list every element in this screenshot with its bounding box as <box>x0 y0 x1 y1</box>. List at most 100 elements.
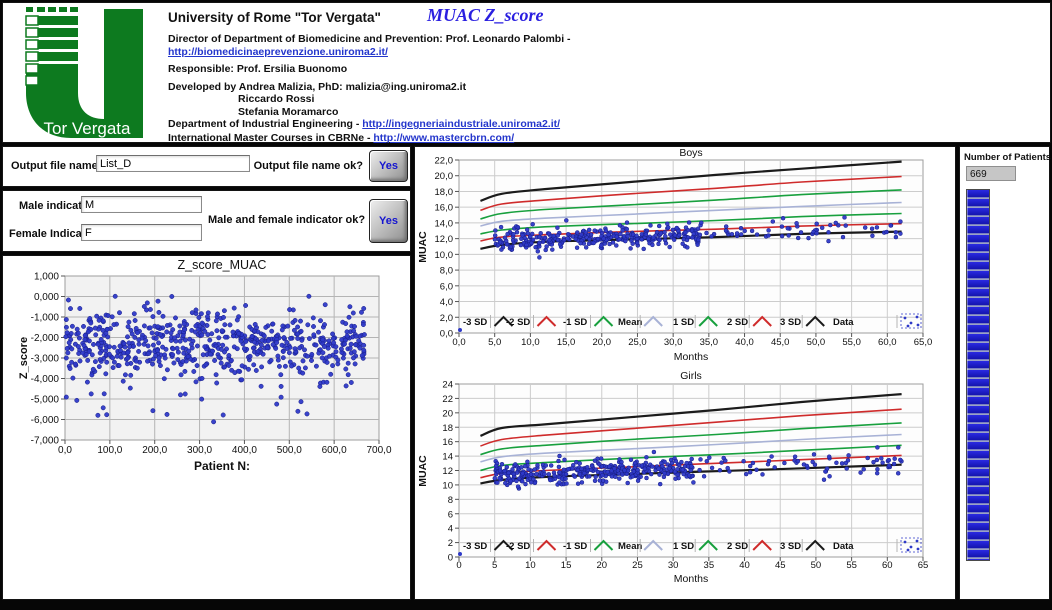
y-tick-label: 12,0 <box>435 234 454 245</box>
zscore-plot: -7,000-6,000-5,000-4,000-3,000-2,000-1,0… <box>3 256 411 488</box>
x-tick-label: 60 <box>882 560 893 571</box>
boys-chart-canvas: 0,02,04,06,08,010,012,014,016,018,020,02… <box>415 147 957 374</box>
x-tick-label: 400,0 <box>232 445 257 456</box>
x-tick-label: 40,0 <box>735 337 754 348</box>
x-tick-label: 500,0 <box>277 445 302 456</box>
y-tick-label: 12 <box>442 466 453 477</box>
y-tick-label: 6,0 <box>440 281 453 292</box>
chart-title: Girls <box>680 371 702 382</box>
zscore-chart-canvas: -7,000-6,000-5,000-4,000-3,000-2,000-1,0… <box>3 256 411 493</box>
male-indicator-input[interactable] <box>81 196 202 213</box>
developer-name-3: Stefania Moramarco <box>238 106 728 119</box>
svg-text:-2 SD: -2 SD <box>506 317 530 328</box>
y-tick-label: 14 <box>442 452 453 463</box>
svg-text:2 SD: 2 SD <box>727 541 748 552</box>
indicator-yes-button[interactable]: Yes <box>369 199 408 243</box>
y-tick-label: 20 <box>442 408 453 419</box>
chart-title: Boys <box>679 147 702 159</box>
x-tick-label: 35,0 <box>700 337 719 348</box>
x-axis-label: Patient N: <box>194 459 250 473</box>
x-axis-label: Months <box>674 573 708 585</box>
svg-text:-1 SD: -1 SD <box>563 317 587 328</box>
y-tick-label: 18 <box>442 423 453 434</box>
engineering-link[interactable]: http://ingegneriaindustriale.uniroma2.it… <box>362 118 560 130</box>
y-tick-label: 10,0 <box>435 250 454 261</box>
svg-text:1 SD: 1 SD <box>673 541 694 552</box>
y-tick-label: 0,0 <box>440 329 453 340</box>
y-tick-label: 2 <box>448 538 453 549</box>
x-axis-label: Months <box>674 351 708 363</box>
patients-count-value: 669 <box>966 166 1016 181</box>
tor-vergata-logo: Tor Vergata <box>9 7 157 139</box>
output-file-input[interactable] <box>96 155 250 172</box>
y-tick-label: 0,000 <box>34 292 59 303</box>
output-file-ok-label: Output file name ok? <box>253 160 363 172</box>
zscore-chart-panel: -7,000-6,000-5,000-4,000-3,000-2,000-1,0… <box>2 255 411 600</box>
header-panel: Tor Vergata University of Rome "Tor Verg… <box>2 2 1051 143</box>
y-tick-label: 8,0 <box>440 266 453 277</box>
x-tick-label: 65 <box>918 560 929 571</box>
output-file-yes-button[interactable]: Yes <box>369 150 408 182</box>
y-tick-label: -6,000 <box>31 415 60 426</box>
director-line: Director of Department of Biomedicine an… <box>168 33 728 58</box>
header-text-block: University of Rome "Tor Vergata" Directo… <box>168 9 728 144</box>
x-tick-label: 30 <box>668 560 679 571</box>
y-tick-label: 22,0 <box>435 156 454 167</box>
female-indicator-input[interactable] <box>81 224 202 241</box>
indicator-ok-label: Male and female indicator ok? <box>208 214 363 226</box>
x-tick-label: 35 <box>704 560 715 571</box>
x-tick-label: 10 <box>525 560 536 571</box>
x-tick-label: 25 <box>632 560 643 571</box>
y-tick-label: 6 <box>448 509 453 520</box>
y-tick-label: 20,0 <box>435 171 454 182</box>
y-tick-label: 16 <box>442 437 453 448</box>
y-tick-label: 16,0 <box>435 203 454 214</box>
biomedicine-link[interactable]: http://biomedicinaeprevenzione.uniroma2.… <box>168 46 388 58</box>
y-tick-label: 10 <box>442 480 453 491</box>
output-file-panel: Output file name Output file name ok? Ye… <box>2 146 411 187</box>
chart-title: Z_score_MUAC <box>178 258 267 272</box>
svg-text:-3 SD: -3 SD <box>463 541 487 552</box>
patients-count-bar <box>966 189 990 561</box>
svg-text:Data: Data <box>833 541 854 552</box>
x-tick-label: 0 <box>456 560 461 571</box>
y-tick-label: -3,000 <box>31 354 60 365</box>
girls-chart-canvas: 0246810121416182022240510152025303540455… <box>415 371 957 606</box>
svg-text:-2 SD: -2 SD <box>506 541 530 552</box>
output-file-label: Output file name <box>11 160 98 172</box>
girls-plot: 0246810121416182022240510152025303540455… <box>415 371 957 601</box>
svg-text:3 SD: 3 SD <box>780 317 801 328</box>
x-tick-label: 100,0 <box>97 445 122 456</box>
y-tick-label: 14,0 <box>435 218 454 229</box>
app-window: Tor Vergata University of Rome "Tor Verg… <box>0 0 1052 610</box>
sex-indicator-panel: Male indicator Female Indicator Male and… <box>2 190 411 252</box>
responsible-line: Responsible: Prof. Ersilia Buonomo <box>168 63 728 76</box>
x-tick-label: 20,0 <box>593 337 612 348</box>
x-tick-label: 5,0 <box>488 337 501 348</box>
svg-text:Mean: Mean <box>618 317 642 328</box>
x-tick-label: 55 <box>846 560 857 571</box>
x-tick-label: 50 <box>811 560 822 571</box>
svg-text:Data: Data <box>833 317 854 328</box>
svg-text:Mean: Mean <box>618 541 642 552</box>
x-tick-label: 300,0 <box>187 445 212 456</box>
svg-text:-1 SD: -1 SD <box>563 541 587 552</box>
svg-text:3 SD: 3 SD <box>780 541 801 552</box>
master-courses-line: International Master Courses in CBRNe - … <box>168 132 728 145</box>
y-tick-label: 0 <box>448 553 453 564</box>
x-tick-label: 15 <box>561 560 572 571</box>
x-tick-label: 40 <box>739 560 750 571</box>
svg-text:1 SD: 1 SD <box>673 317 694 328</box>
y-tick-label: 4 <box>448 524 453 535</box>
y-axis-label: MUAC <box>417 231 429 263</box>
x-tick-label: 200,0 <box>142 445 167 456</box>
growth-charts-panel: 0,02,04,06,08,010,012,014,016,018,020,02… <box>414 146 956 600</box>
x-tick-label: 15,0 <box>557 337 576 348</box>
x-tick-label: 10,0 <box>521 337 540 348</box>
y-axis-label: MUAC <box>417 455 429 487</box>
x-tick-label: 65,0 <box>914 337 933 348</box>
y-axis-label: Z_score <box>18 337 30 379</box>
y-tick-label: 22 <box>442 394 453 405</box>
x-tick-label: 60,0 <box>878 337 897 348</box>
mastercbrn-link[interactable]: http://www.mastercbrn.com/ <box>373 132 514 144</box>
